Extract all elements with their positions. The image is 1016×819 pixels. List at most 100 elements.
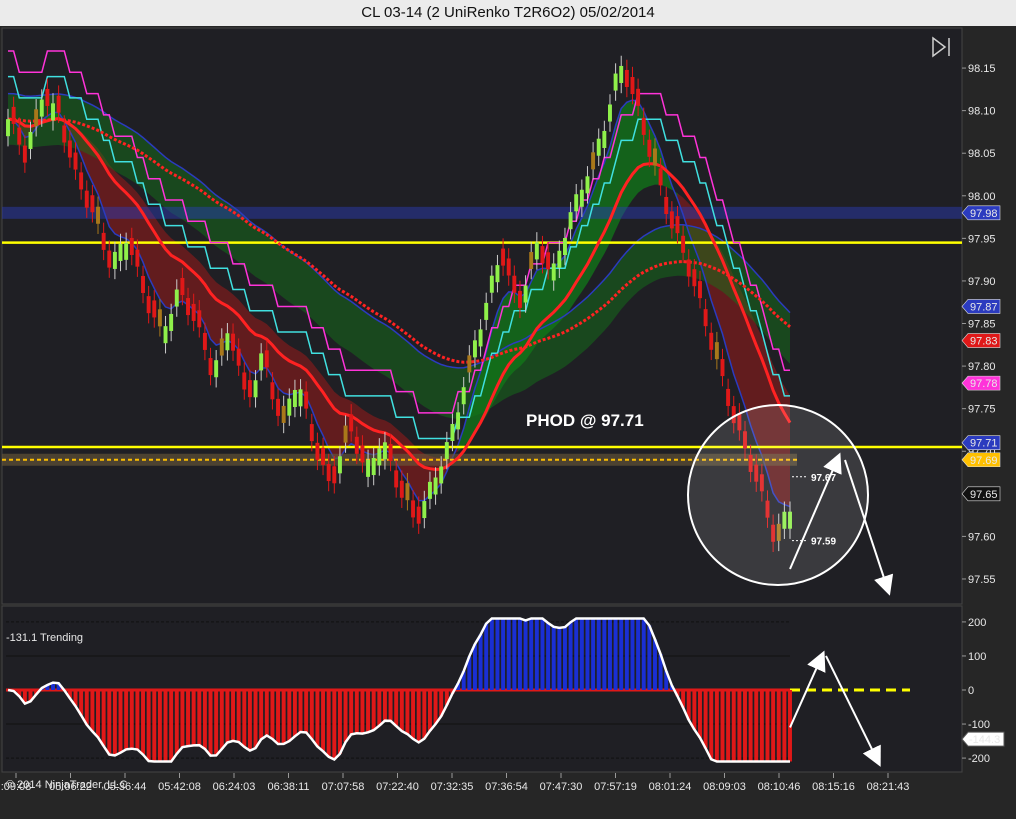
- candle-body: [231, 333, 236, 351]
- candle-body: [529, 251, 534, 270]
- candle-body: [613, 73, 618, 91]
- candle-body: [591, 152, 596, 170]
- price-label-text: 97.65: [970, 489, 998, 501]
- osc-bar: [343, 690, 348, 743]
- osc-bar: [332, 690, 337, 760]
- osc-bar: [647, 625, 652, 690]
- candle-body: [73, 152, 78, 170]
- osc-bar: [731, 690, 736, 762]
- candle-body: [208, 358, 213, 376]
- osc-bar: [349, 690, 354, 735]
- candle-body: [22, 145, 27, 163]
- candle-body: [501, 248, 506, 266]
- osc-tick-label: 100: [968, 651, 986, 663]
- osc-bar: [698, 690, 702, 738]
- candle-body: [540, 246, 545, 264]
- candle-body: [343, 425, 348, 443]
- candle-body: [495, 265, 500, 283]
- osc-bar: [214, 690, 219, 756]
- time-tick-label: 08:10:46: [758, 781, 801, 793]
- time-tick-label: 06:38:11: [267, 781, 309, 793]
- candle-body: [174, 289, 179, 307]
- candle-body: [247, 380, 252, 398]
- osc-bar: [197, 690, 202, 746]
- candle-body: [298, 389, 303, 407]
- osc-bar: [186, 690, 190, 747]
- osc-bar: [748, 690, 753, 762]
- candle-body: [692, 269, 697, 287]
- osc-bar: [472, 644, 477, 690]
- osc-bar: [141, 690, 145, 755]
- osc-bar: [180, 690, 185, 748]
- osc-bar: [546, 622, 551, 690]
- candle-body: [270, 382, 275, 400]
- candle-body: [562, 238, 567, 256]
- candle-body: [546, 252, 551, 270]
- osc-bar: [253, 690, 258, 749]
- time-tick-label: 08:21:43: [867, 781, 910, 793]
- candle-body: [39, 99, 44, 117]
- candle-body: [653, 148, 657, 166]
- osc-bar: [613, 618, 618, 690]
- candle-body: [124, 242, 129, 260]
- osc-bar: [174, 690, 179, 754]
- osc-bar: [225, 690, 230, 743]
- candle-body: [287, 398, 292, 416]
- price-tick-label: 98.15: [968, 63, 996, 75]
- osc-bar: [574, 618, 579, 690]
- osc-bar: [562, 627, 567, 690]
- osc-bar: [433, 690, 438, 724]
- time-tick-label: 07:32:35: [431, 781, 474, 793]
- phod-annotation: PHOD @ 97.71: [526, 411, 644, 430]
- osc-tick-label: -100: [968, 719, 990, 731]
- candle-body: [608, 104, 612, 122]
- osc-bar: [146, 690, 151, 761]
- osc-bar: [692, 690, 697, 730]
- price-label-text: 97.87: [970, 301, 998, 313]
- candle-body: [427, 481, 432, 499]
- osc-bar: [653, 639, 657, 690]
- osc-bar: [315, 690, 320, 747]
- candle-body: [405, 483, 410, 501]
- candle-body: [292, 389, 297, 408]
- osc-bar: [540, 618, 545, 690]
- candle-body: [523, 285, 528, 303]
- osc-bar: [489, 618, 494, 690]
- candle-body: [568, 212, 573, 230]
- candle-body: [714, 342, 719, 360]
- osc-bar: [366, 690, 371, 733]
- osc-bar: [529, 618, 534, 690]
- osc-bar: [591, 618, 596, 690]
- osc-bar: [247, 690, 252, 751]
- price-label-text: 97.98: [970, 208, 998, 220]
- candle-body: [360, 445, 365, 463]
- candle-body: [366, 459, 371, 477]
- osc-bar: [579, 618, 584, 690]
- osc-bar: [765, 690, 770, 762]
- osc-bar: [163, 690, 168, 762]
- candle-body: [169, 313, 174, 331]
- candle-body: [399, 480, 404, 498]
- candle-body: [146, 296, 151, 314]
- candle-body: [79, 172, 84, 190]
- osc-bar: [152, 690, 157, 762]
- osc-bar: [382, 690, 387, 721]
- osc-bar: [585, 618, 590, 690]
- osc-bar: [771, 690, 776, 762]
- candle-body: [112, 251, 117, 269]
- candle-body: [686, 259, 691, 277]
- candle-body: [118, 243, 123, 261]
- candle-body: [557, 250, 562, 268]
- candle-body: [141, 275, 145, 293]
- osc-bar: [231, 690, 236, 741]
- candle-body: [703, 309, 708, 327]
- osc-bar: [427, 690, 432, 731]
- osc-bar: [129, 690, 134, 749]
- osc-last-value-label: -144.3: [969, 734, 1000, 746]
- osc-bar: [281, 690, 286, 744]
- osc-bar: [743, 690, 747, 762]
- chart-canvas[interactable]: PHOD @ 97.7197.6797.59 98.1598.1098.0598…: [0, 26, 1016, 819]
- osc-bar: [619, 618, 624, 690]
- candle-body: [433, 477, 438, 495]
- osc-bar: [270, 690, 275, 740]
